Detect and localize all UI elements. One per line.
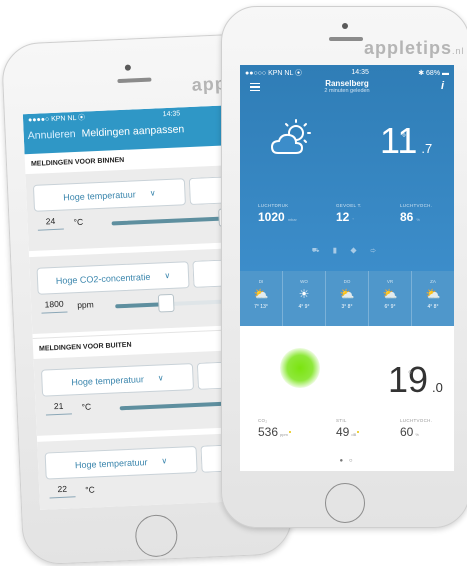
- threshold-input[interactable]: 21: [45, 400, 72, 416]
- partly-cloudy-icon: ⛅: [253, 287, 269, 301]
- forecast-day[interactable]: DO ⛅ 3° 8°: [326, 271, 369, 326]
- status-time: 14:35: [351, 69, 369, 76]
- slider-fill: [119, 401, 232, 411]
- right-phone: appletips.nl ●●○○○ KPN NL ⦿ 14:35 ✱ 68% …: [221, 6, 467, 528]
- noise-stat: STIL 49 dB: [336, 418, 360, 441]
- co2-indicator: [280, 348, 320, 388]
- chevron-down-icon: ∨: [164, 270, 171, 281]
- forecast-day[interactable]: ZA ⛅ 4° 8°: [412, 271, 454, 326]
- right-status-bar: ●●○○○ KPN NL ⦿ 14:35 ✱ 68% ▬: [240, 65, 454, 77]
- partly-cloudy-icon: ⛅: [425, 287, 441, 301]
- page-title: Meldingen aanpassen: [81, 123, 185, 140]
- threshold-input[interactable]: 22: [48, 483, 76, 499]
- indoor-humidity-stat: LUCHTVOCH. 60%: [400, 418, 433, 439]
- humidity-stat: LUCHTVOCH. 86%: [400, 203, 433, 224]
- indoor-panel: 19 ° .0 CO₂ 536 ppm STIL 49 dB LUCHTVOCH. 60…: [240, 326, 454, 471]
- home-button[interactable]: [134, 513, 179, 558]
- threshold-unit: °C: [73, 216, 84, 228]
- updated-time: 2 minuten geleden: [324, 88, 370, 94]
- forecast-strip: DI ⛅ 7° 13° WO ☀ 4° 9° DO ⛅ 3° 8° VR ⛅ 6…: [240, 271, 454, 326]
- forecast-day[interactable]: WO ☀ 4° 9°: [283, 271, 326, 326]
- alert-type-select[interactable]: Hoge temperatuur ∨: [44, 445, 198, 480]
- outdoor-panel: ●●○○○ KPN NL ⦿ 14:35 ✱ 68% ▬ Ranselberg …: [240, 65, 454, 271]
- watermark-right: appletips.nl: [364, 38, 465, 58]
- threshold-unit: °C: [85, 484, 96, 495]
- sun-icon: ☀: [298, 287, 310, 301]
- front-camera: [342, 23, 348, 29]
- threshold-unit: ppm: [76, 299, 94, 311]
- battery-text: ✱ 68% ▬: [418, 69, 449, 77]
- home-button[interactable]: [325, 483, 365, 523]
- chevron-down-icon: ∨: [161, 456, 168, 466]
- co2-stat: CO₂ 536 ppm: [258, 418, 291, 441]
- chevron-down-icon: ∨: [157, 373, 164, 383]
- speaker: [329, 37, 363, 41]
- right-screen: ●●○○○ KPN NL ⦿ 14:35 ✱ 68% ▬ Ranselberg …: [240, 65, 454, 471]
- indoor-temperature: 19 ° .0: [388, 359, 443, 400]
- info-icon[interactable]: i: [441, 80, 444, 92]
- threshold-input[interactable]: 24: [37, 215, 64, 231]
- cancel-button[interactable]: Annuleren: [28, 128, 76, 142]
- chevron-down-icon: ∨: [149, 188, 156, 198]
- front-camera: [124, 64, 132, 71]
- partly-cloudy-icon: ⛅: [339, 287, 355, 301]
- forecast-day[interactable]: DI ⛅ 7° 13°: [240, 271, 283, 326]
- alert-type-select[interactable]: Hoge temperatuur ∨: [32, 178, 186, 212]
- slider-thumb[interactable]: [157, 293, 175, 313]
- sensor-icons: ⛟ ▮ ◆ ⇨: [311, 248, 383, 254]
- location-name: Ranselberg: [325, 79, 369, 88]
- partly-cloudy-icon: [270, 119, 311, 154]
- carrier-text: ●●○○○ KPN NL ⦿: [245, 69, 303, 77]
- outdoor-temperature: 11 ° .7: [380, 120, 433, 161]
- slider-fill: [111, 216, 227, 226]
- speaker: [117, 77, 152, 84]
- pressure-stat: LUCHTDRUK 1020 mbar: [258, 203, 297, 224]
- alert-type-select[interactable]: Hoge CO2-concentratie ∨: [36, 261, 190, 295]
- alert-type-select[interactable]: Hoge temperatuur ∨: [40, 363, 195, 397]
- partly-cloudy-icon: ⛅: [382, 287, 398, 301]
- status-time: 14:35: [162, 109, 181, 118]
- threshold-unit: °C: [81, 401, 92, 412]
- threshold-input[interactable]: 1800: [40, 298, 68, 314]
- page-indicator: ● ○: [339, 458, 355, 464]
- feels-like-stat: GEVOEL T. 12 °: [336, 203, 362, 224]
- forecast-day[interactable]: VR ⛅ 6° 9°: [369, 271, 412, 326]
